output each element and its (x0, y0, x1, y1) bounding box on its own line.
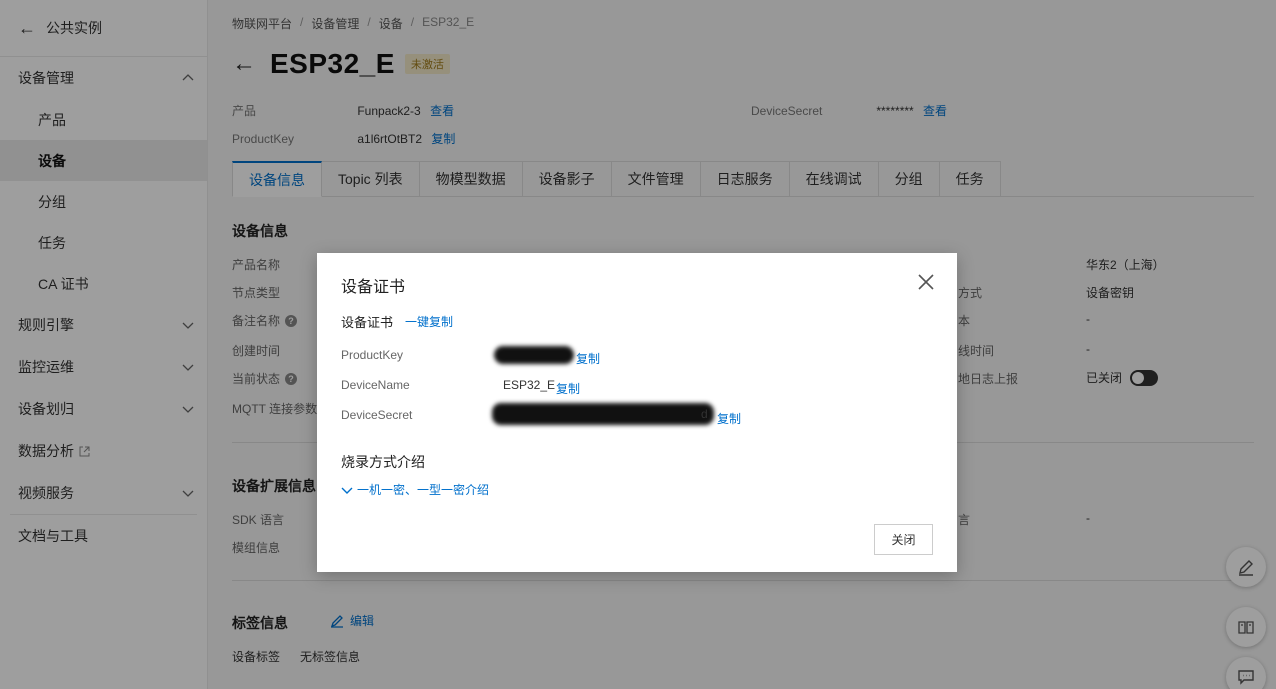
cert-subtitle: 设备证书 (341, 315, 394, 330)
cert-value-devicename: ESP32_E (503, 378, 556, 392)
copy-productkey-button[interactable]: 复制 (576, 350, 600, 367)
devicesecret-tail: d (701, 407, 708, 421)
copy-all-link[interactable]: 一键复制 (405, 313, 453, 330)
dialog-title: 设备证书 (341, 279, 406, 296)
cert-key-devicename: DeviceName (341, 378, 410, 392)
copy-devicename-button[interactable]: 复制 (556, 380, 580, 397)
cert-key-productkey: ProductKey (341, 348, 404, 362)
close-button[interactable]: 关闭 (874, 524, 933, 555)
cert-key-devicesecret: DeviceSecret (341, 408, 413, 422)
burn-method-expand-link[interactable]: 一机一密、一型一密介绍 (341, 481, 489, 498)
copy-devicesecret-button[interactable]: 复制 (717, 410, 741, 427)
redacted-devicesecret (492, 403, 714, 425)
burn-method-title: 烧录方式介绍 (341, 454, 425, 470)
expand-label: 一机一密、一型一密介绍 (357, 483, 490, 497)
redacted-productkey (494, 346, 574, 364)
chevron-down-icon (341, 487, 353, 494)
device-certificate-dialog: 设备证书 设备证书 一键复制 ProductKey 复制 DeviceName … (317, 253, 957, 572)
close-icon[interactable] (917, 273, 935, 291)
